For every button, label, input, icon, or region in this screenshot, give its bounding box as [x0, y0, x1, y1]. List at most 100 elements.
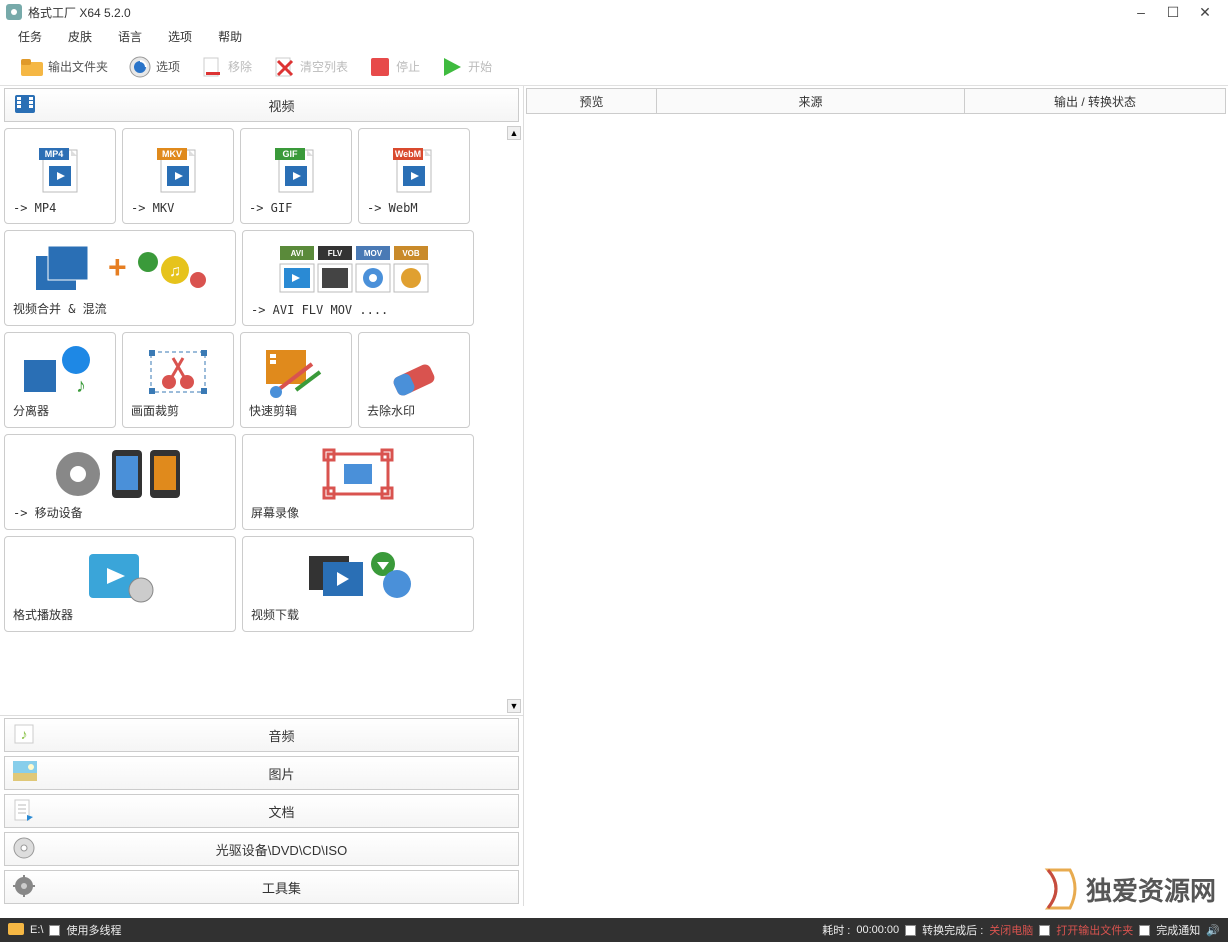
tile-label: -> 移动设备 — [13, 504, 227, 521]
task-list-empty — [524, 116, 1228, 906]
menu-options[interactable]: 选项 — [162, 26, 198, 47]
menu-help[interactable]: 帮助 — [212, 26, 248, 47]
category-picture-label: 图片 — [45, 764, 518, 783]
options-button[interactable]: 选项 — [120, 53, 188, 81]
tile-to-avi-flv-mov[interactable]: AVIFLVMOVVOB -> AVI FLV MOV .... — [242, 230, 474, 326]
tile-remove-watermark[interactable]: 去除水印 — [358, 332, 470, 428]
category-video[interactable]: 视频 — [4, 88, 519, 122]
tile-to-mp4[interactable]: MP4 -> MP4 — [4, 128, 116, 224]
menu-language[interactable]: 语言 — [112, 26, 148, 47]
tile-to-mkv[interactable]: MKV -> MKV — [122, 128, 234, 224]
svg-text:♪: ♪ — [76, 375, 86, 397]
toolbar: 输出文件夹 选项 移除 清空列表 停止 开始 — [0, 48, 1228, 86]
drive-icon — [8, 923, 24, 938]
tile-to-webm[interactable]: WebM -> WebM — [358, 128, 470, 224]
minimize-button[interactable]: – — [1134, 5, 1148, 19]
tile-label: 画面裁剪 — [131, 402, 225, 419]
col-preview[interactable]: 预览 — [527, 89, 657, 113]
category-optical[interactable]: 光驱设备\DVD\CD\ISO — [4, 832, 519, 866]
svg-text:MKV: MKV — [162, 149, 182, 159]
tile-label: 分离器 — [13, 402, 107, 419]
tiles-scroll-up[interactable]: ▲ — [507, 126, 521, 140]
task-list-header: 预览 来源 输出 / 转换状态 — [526, 88, 1226, 114]
tile-quick-trim[interactable]: 快速剪辑 — [240, 332, 352, 428]
screen-record-icon — [251, 443, 465, 504]
remove-button[interactable]: 移除 — [192, 53, 260, 81]
tile-to-mobile[interactable]: -> 移动设备 — [4, 434, 236, 530]
tiles-scroll-down[interactable]: ▼ — [507, 699, 521, 713]
tile-crop[interactable]: 画面裁剪 — [122, 332, 234, 428]
play-icon — [440, 55, 464, 79]
category-document-label: 文档 — [45, 802, 518, 821]
maximize-button[interactable]: ☐ — [1166, 5, 1180, 19]
multithread-checkbox[interactable] — [49, 925, 60, 936]
splitter-icon: ♪ — [13, 341, 107, 402]
notify-label: 完成通知 — [1156, 922, 1200, 938]
to-mp4-icon: MP4 — [13, 137, 107, 201]
tile-label: -> MKV — [131, 201, 225, 215]
video-tiles: MP4 -> MP4 MKV -> MKV GIF -> GIF WebM — [4, 128, 519, 632]
category-picture[interactable]: 图片 — [4, 756, 519, 790]
left-panel: 视频 ▲ MP4 -> MP4 MKV -> MKV GIF — [0, 86, 524, 906]
category-audio-label: 音频 — [45, 726, 518, 745]
to-mkv-icon: MKV — [131, 137, 225, 201]
tile-screen-record[interactable]: 屏幕录像 — [242, 434, 474, 530]
site-watermark: 独爱资源网 — [1040, 866, 1216, 912]
quick-trim-icon — [249, 341, 343, 402]
clear-list-button[interactable]: 清空列表 — [264, 53, 356, 81]
tile-splitter[interactable]: ♪ 分离器 — [4, 332, 116, 428]
tile-label: 去除水印 — [367, 402, 461, 419]
svg-text:FLV: FLV — [328, 249, 343, 258]
svg-text:GIF: GIF — [283, 149, 299, 159]
after-convert-label: 转换完成后 : — [922, 922, 983, 938]
menu-task[interactable]: 任务 — [12, 26, 48, 47]
elapsed-label: 耗时 : — [822, 922, 850, 938]
notify-checkbox[interactable] — [1139, 925, 1150, 936]
svg-text:♫: ♫ — [169, 263, 181, 280]
to-avi-flv-mov-icon: AVIFLVMOVVOB — [251, 239, 465, 303]
multithread-label: 使用多线程 — [66, 922, 121, 938]
app-icon — [6, 4, 22, 20]
open-folder-label: 打开输出文件夹 — [1056, 922, 1133, 938]
tile-format-player[interactable]: 格式播放器 — [4, 536, 236, 632]
col-source[interactable]: 来源 — [657, 89, 965, 113]
stop-icon — [368, 55, 392, 79]
document-category-icon — [13, 799, 37, 823]
start-button[interactable]: 开始 — [432, 53, 500, 81]
col-status[interactable]: 输出 / 转换状态 — [965, 89, 1225, 113]
tile-to-gif[interactable]: GIF -> GIF — [240, 128, 352, 224]
to-mobile-icon — [13, 443, 227, 504]
video-download-icon — [251, 545, 465, 606]
svg-text:+: + — [108, 249, 127, 285]
tile-label: 视频下载 — [251, 606, 465, 623]
open-folder-checkbox[interactable] — [1039, 925, 1050, 936]
output-folder-button[interactable]: 输出文件夹 — [12, 53, 116, 81]
remove-watermark-icon — [367, 341, 461, 402]
svg-text:VOB: VOB — [402, 249, 420, 258]
window-title: 格式工厂 X64 5.2.0 — [28, 4, 1134, 21]
elapsed-value: 00:00:00 — [856, 924, 899, 936]
format-player-icon — [13, 545, 227, 606]
category-toolset-label: 工具集 — [45, 878, 518, 897]
svg-text:♪: ♪ — [21, 726, 28, 742]
stop-button[interactable]: 停止 — [360, 53, 428, 81]
video-merge-mix-icon: +♫ — [13, 239, 227, 300]
remove-icon — [200, 55, 224, 79]
category-audio[interactable]: ♪ 音频 — [4, 718, 519, 752]
video-category-icon — [13, 93, 37, 117]
shutdown-label[interactable]: 关闭电脑 — [989, 922, 1033, 938]
close-button[interactable]: ✕ — [1198, 5, 1212, 19]
after-convert-checkbox[interactable] — [905, 925, 916, 936]
tile-label: -> MP4 — [13, 201, 107, 215]
menu-skin[interactable]: 皮肤 — [62, 26, 98, 47]
tile-label: 屏幕录像 — [251, 504, 465, 521]
tile-label: 视频合并 & 混流 — [13, 300, 227, 317]
watermark-text: 独爱资源网 — [1086, 871, 1216, 908]
output-drive[interactable]: E:\ — [30, 924, 43, 936]
category-toolset[interactable]: 工具集 — [4, 870, 519, 904]
category-document[interactable]: 文档 — [4, 794, 519, 828]
tile-video-download[interactable]: 视频下载 — [242, 536, 474, 632]
tile-video-merge-mix[interactable]: +♫ 视频合并 & 混流 — [4, 230, 236, 326]
sound-icon[interactable]: 🔊 — [1206, 924, 1220, 937]
tile-label: -> GIF — [249, 201, 343, 215]
